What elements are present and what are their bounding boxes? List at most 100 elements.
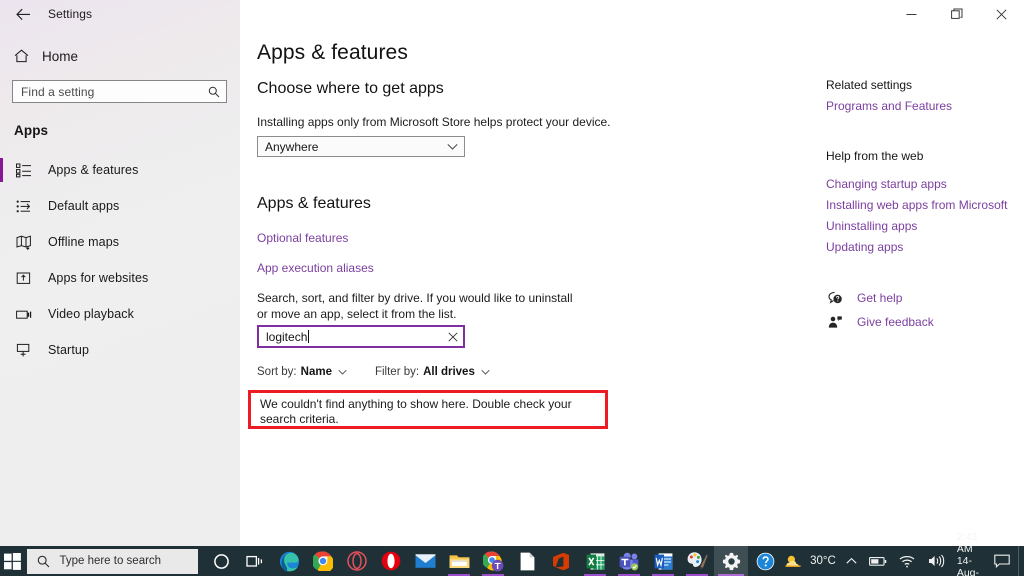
filter-by-dropdown[interactable]: Filter by: All drives [375, 366, 490, 378]
clock[interactable]: 2:43 AM 14-Aug-21 [951, 531, 988, 576]
filter-by-value: All drives [423, 366, 475, 378]
restore-icon[interactable] [934, 0, 979, 28]
sidebar-item-label: Offline maps [48, 235, 120, 249]
taskbar: Type here to search 30°C 2:43 AM 14-Aug- [0, 531, 1024, 576]
minimize-icon[interactable] [889, 0, 934, 28]
sidebar-item-apps-features[interactable]: Apps & features [0, 152, 240, 188]
search-icon [208, 86, 220, 98]
chevron-down-icon [447, 143, 458, 151]
apps-for-websites-icon [14, 268, 34, 288]
optional-features-link[interactable]: Optional features [257, 231, 348, 245]
find-a-setting-input[interactable]: Find a setting [12, 80, 227, 103]
wifi-icon[interactable] [893, 546, 922, 576]
empty-state-highlight: We couldn't find anything to show here. … [248, 390, 608, 429]
battery-icon[interactable] [863, 546, 893, 576]
opera-gx-icon[interactable] [340, 546, 374, 576]
clock-time: 2:43 AM [956, 531, 978, 555]
app-execution-aliases-link[interactable]: App execution aliases [257, 261, 374, 275]
installing-web-apps-link[interactable]: Installing web apps from Microsoft [826, 198, 1007, 212]
related-settings-heading: Related settings [826, 78, 913, 92]
search-description: Search, sort, and filter by drive. If yo… [257, 291, 573, 321]
volume-icon[interactable] [922, 546, 951, 576]
excel-icon[interactable] [578, 546, 612, 576]
give-feedback-action[interactable]: Give feedback [826, 314, 934, 330]
document-icon[interactable] [510, 546, 544, 576]
filter-spacer [347, 366, 375, 378]
sidebar-item-label: Startup [48, 343, 90, 357]
taskbar-search-box[interactable]: Type here to search [27, 548, 199, 574]
text-caret [308, 329, 310, 343]
help-icon[interactable] [748, 546, 782, 576]
sidebar-item-apps-for-websites[interactable]: Apps for websites [0, 260, 240, 296]
get-help-action[interactable]: Get help [826, 290, 902, 306]
google-chrome-icon[interactable] [306, 546, 340, 576]
startup-icon [14, 340, 34, 360]
changing-startup-apps-link[interactable]: Changing startup apps [826, 177, 947, 191]
teams-icon[interactable] [612, 546, 646, 576]
updating-apps-link[interactable]: Updating apps [826, 240, 903, 254]
empty-state-message: We couldn't find anything to show here. … [260, 397, 572, 426]
app-search-input[interactable]: logitech [257, 325, 465, 348]
back-arrow-icon[interactable] [10, 3, 36, 25]
sidebar-item-offline-maps[interactable]: Offline maps [0, 224, 240, 260]
taskbar-search-placeholder: Type here to search [59, 555, 162, 567]
clock-date: 14-Aug-21 [956, 555, 980, 576]
window-titlebar: Settings [0, 0, 240, 28]
chevron-down-icon [338, 369, 347, 376]
sort-filter-bar: Sort by: Name Filter by: All drives [257, 366, 490, 378]
action-center-icon[interactable] [988, 554, 1018, 568]
video-playback-icon [14, 304, 34, 324]
sidebar-category-title: Apps [14, 123, 49, 138]
window-title: Settings [48, 7, 93, 21]
search-icon [37, 555, 50, 568]
settings-window: Settings Home Find a setting Apps Apps &… [0, 0, 1024, 546]
sort-by-value: Name [300, 366, 332, 378]
page-title: Apps & features [257, 41, 408, 64]
uninstalling-apps-link[interactable]: Uninstalling apps [826, 219, 917, 233]
windows-start-icon[interactable] [0, 546, 25, 576]
app-search-value: logitech [266, 329, 308, 344]
sort-by-label: Sort by: [257, 366, 297, 378]
sidebar-nav-list: Apps & features Default apps Offline map… [0, 152, 240, 368]
choose-where-description: Installing apps only from Microsoft Stor… [257, 115, 611, 129]
programs-and-features-link[interactable]: Programs and Features [826, 99, 952, 113]
find-a-setting-placeholder: Find a setting [21, 84, 95, 99]
sidebar-item-video-playback[interactable]: Video playback [0, 296, 240, 332]
taskbar-icons [204, 546, 782, 576]
give-feedback-label: Give feedback [857, 315, 934, 329]
sidebar-item-home[interactable]: Home [0, 45, 240, 67]
sidebar-item-default-apps[interactable]: Default apps [0, 188, 240, 224]
sort-by-dropdown[interactable]: Sort by: Name [257, 366, 347, 378]
mail-icon[interactable] [408, 546, 442, 576]
paint-icon[interactable] [680, 546, 714, 576]
settings-gear-icon[interactable] [714, 546, 749, 576]
clear-x-icon[interactable] [448, 331, 458, 342]
close-icon[interactable] [979, 0, 1024, 28]
task-view-icon[interactable] [238, 546, 272, 576]
show-desktop-button[interactable] [1017, 546, 1020, 576]
chrome-teams-icon[interactable] [476, 546, 510, 576]
chevron-up-icon[interactable] [840, 546, 863, 576]
filter-by-label: Filter by: [374, 366, 420, 378]
opera-icon[interactable] [374, 546, 408, 576]
home-icon [14, 49, 32, 63]
home-label: Home [42, 48, 79, 64]
app-source-dropdown[interactable]: Anywhere [257, 136, 465, 157]
default-apps-icon [14, 196, 34, 216]
cortana-icon[interactable] [204, 546, 238, 576]
word-icon[interactable] [646, 546, 680, 576]
file-explorer-icon[interactable] [442, 546, 476, 576]
apps-features-heading: Apps & features [257, 195, 371, 212]
sidebar-item-startup[interactable]: Startup [0, 332, 240, 368]
office-icon[interactable] [544, 546, 578, 576]
sidebar-item-label: Default apps [48, 199, 120, 213]
help-from-web-heading: Help from the web [826, 149, 924, 163]
get-help-icon [826, 290, 844, 306]
offline-maps-icon [14, 232, 34, 252]
get-help-label: Get help [857, 291, 903, 305]
apps-features-icon [14, 160, 34, 180]
weather-widget[interactable]: 30°C [782, 553, 840, 569]
microsoft-edge-icon[interactable] [272, 546, 306, 576]
sidebar-item-label: Apps for websites [48, 271, 149, 285]
weather-partly-sunny-icon [784, 553, 803, 569]
